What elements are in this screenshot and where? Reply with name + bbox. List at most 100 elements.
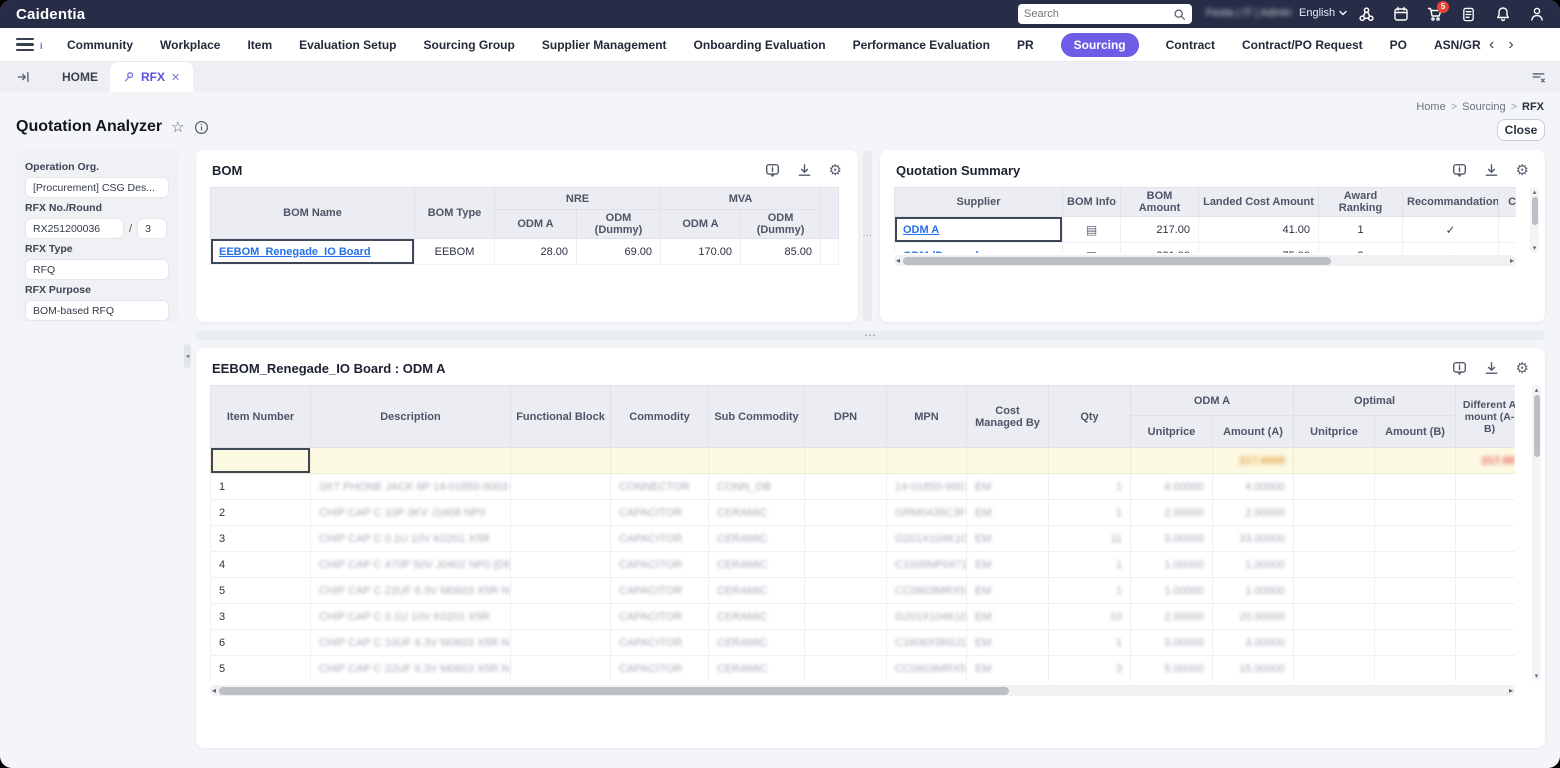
notifications-bell-icon[interactable] — [1494, 6, 1511, 23]
rfx-purpose-field[interactable]: BOM-based RFQ — [25, 300, 169, 321]
unitprice-b-cell[interactable] — [1293, 473, 1376, 500]
mva-odm-dummy-cell[interactable]: 85.00 — [740, 238, 822, 265]
info-icon[interactable] — [194, 120, 209, 135]
diff-amount-cell[interactable] — [1455, 473, 1515, 500]
sub-commodity-cell[interactable]: CERAMIC — [708, 499, 805, 526]
dpn-cell[interactable] — [804, 473, 887, 500]
unitprice-a-cell[interactable]: 3.00000 — [1130, 629, 1213, 656]
tab-rfx[interactable]: RFX ✕ — [110, 62, 194, 92]
unitprice-b-cell[interactable] — [1293, 499, 1376, 526]
amount-a-total-cell[interactable]: 217.0000 — [1211, 447, 1295, 474]
mpn-cell[interactable]: C1005NP0471J — [886, 551, 967, 578]
sub-commodity-cell[interactable]: CERAMIC — [708, 551, 805, 578]
bom-info-cell[interactable]: ▤ — [1062, 242, 1121, 254]
item-cell[interactable] — [210, 447, 311, 474]
nav-item-pr[interactable]: PR — [1017, 38, 1034, 52]
functional-block-cell[interactable] — [510, 473, 611, 500]
dpn-cell[interactable] — [804, 447, 887, 474]
nav-item-item[interactable]: Item — [247, 38, 272, 52]
nav-item-sourcing-group[interactable]: Sourcing Group — [424, 38, 515, 52]
favorite-star-icon[interactable]: ☆ — [171, 120, 184, 135]
description-cell[interactable]: CHIP CAP C 0.1U 10V K0201 X5R — [310, 603, 511, 630]
document-icon[interactable] — [1460, 6, 1477, 23]
language-selector[interactable]: English — [1299, 7, 1347, 19]
nav-item-contract-po-request[interactable]: Contract/PO Request — [1242, 38, 1363, 52]
recommendation-cell[interactable]: ✓ — [1402, 216, 1499, 243]
bom-amount-cell[interactable]: 217.00 — [1120, 216, 1199, 243]
sidebar-expand-icon[interactable] — [16, 70, 31, 89]
left-panel-collapse-handle[interactable]: ◂ — [184, 344, 191, 368]
nav-item-sourcing[interactable]: Sourcing — [1060, 32, 1139, 57]
dpn-cell[interactable] — [804, 655, 887, 681]
qty-cell[interactable] — [1048, 447, 1131, 474]
nav-scroll-left-icon[interactable]: ‹ — [1489, 36, 1494, 53]
qty-cell[interactable]: 3 — [1048, 655, 1131, 681]
cost-managed-by-cell[interactable]: EM — [966, 629, 1049, 656]
unitprice-a-cell[interactable]: 1.00000 — [1130, 577, 1213, 604]
nav-item-onboarding-evaluation[interactable]: Onboarding Evaluation — [694, 38, 826, 52]
nav-item-contract[interactable]: Contract — [1166, 38, 1215, 52]
bom-info-cell[interactable]: ▤ — [1062, 216, 1121, 243]
operation-org-field[interactable]: [Procurement] CSG Des... — [25, 177, 169, 198]
award-ranking-cell[interactable]: 1 — [1318, 216, 1403, 243]
commodity-cell[interactable] — [610, 447, 709, 474]
qty-cell[interactable]: 11 — [1048, 525, 1131, 552]
settings-gear-icon[interactable]: ⚙ — [1516, 361, 1529, 376]
description-cell[interactable]: CHIP CAP C 22UF 6.3V M0603 X5R NON- — [310, 577, 511, 604]
unitprice-b-cell[interactable] — [1293, 603, 1376, 630]
breadcrumb-sourcing[interactable]: Sourcing — [1462, 101, 1505, 113]
amount-b-cell[interactable] — [1374, 447, 1457, 474]
description-cell[interactable]: SKT PHONE JACK 6P 14-01850-9003-A — [310, 473, 511, 500]
nre-odm-dummy-cell[interactable]: 69.00 — [575, 238, 662, 265]
settings-gear-icon[interactable]: ⚙ — [829, 163, 842, 178]
commodity-cell[interactable]: CAPACITOR — [610, 499, 709, 526]
item-cell[interactable]: 6 — [210, 629, 311, 656]
truncated-cell[interactable] — [1498, 242, 1516, 253]
cost-managed-by-cell[interactable]: EM — [966, 603, 1049, 630]
rfx-no-field[interactable]: RX251200036 — [25, 218, 124, 239]
nav-item-community[interactable]: Community — [67, 38, 133, 52]
unitprice-b-cell[interactable] — [1293, 525, 1376, 552]
download-icon[interactable] — [1484, 163, 1499, 178]
amount-b-cell[interactable] — [1374, 499, 1457, 526]
commodity-cell[interactable]: CAPACITOR — [610, 525, 709, 552]
supplier-link[interactable]: ODM (Dummy) — [903, 250, 979, 254]
landed-cost-cell[interactable]: 75.00 — [1198, 242, 1319, 253]
commodity-cell[interactable]: CAPACITOR — [610, 551, 709, 578]
mpn-cell[interactable]: G201X104K100 — [886, 525, 967, 552]
qty-cell[interactable]: 10 — [1048, 603, 1131, 630]
diff-amount-cell[interactable] — [1455, 499, 1515, 526]
detail-hscrollbar[interactable]: ◂ ▸ — [210, 685, 1515, 696]
download-icon[interactable] — [797, 163, 812, 178]
nav-scroll-right-icon[interactable]: › — [1508, 36, 1513, 53]
dpn-cell[interactable] — [804, 629, 887, 656]
mpn-cell[interactable]: GRM0435C3F1 — [886, 499, 967, 526]
mva-odm-a-cell[interactable]: 170.00 — [660, 238, 742, 265]
description-cell[interactable] — [310, 447, 511, 474]
download-icon[interactable] — [1484, 361, 1499, 376]
nav-item-po[interactable]: PO — [1390, 38, 1407, 52]
panel-splitter-vertical[interactable]: ⋮ — [863, 150, 873, 322]
detail-vscrollbar[interactable]: ▴ ▾ — [1532, 385, 1541, 681]
sub-commodity-cell[interactable]: CERAMIC — [708, 577, 805, 604]
dpn-cell[interactable] — [804, 551, 887, 578]
award-ranking-cell[interactable]: 2 — [1318, 242, 1403, 253]
diff-amount-cell[interactable] — [1455, 525, 1515, 552]
commodity-cell[interactable]: CAPACITOR — [610, 577, 709, 604]
description-cell[interactable]: CHIP CAP C 10P 3KV J1608 NP0 — [310, 499, 511, 526]
cost-managed-by-cell[interactable]: EM — [966, 655, 1049, 681]
mpn-cell[interactable]: 14-01850-9003 — [886, 473, 967, 500]
cost-managed-by-cell[interactable]: EM — [966, 499, 1049, 526]
tooltip-info-icon[interactable] — [1452, 163, 1467, 178]
cost-managed-by-cell[interactable]: EM — [966, 577, 1049, 604]
doc-icon[interactable]: ▤ — [1086, 249, 1097, 254]
description-cell[interactable]: CHIP CAP C 470P 50V J0402 NP0 (DELL) — [310, 551, 511, 578]
search-input[interactable] — [1024, 8, 1173, 20]
dpn-cell[interactable] — [804, 577, 887, 604]
item-cell[interactable]: 3 — [210, 525, 311, 552]
truncated-cell[interactable] — [1498, 216, 1516, 243]
amount-a-cell[interactable]: 2.00000 — [1211, 499, 1295, 526]
dpn-cell[interactable] — [804, 525, 887, 552]
supplier-cell[interactable]: ODM A — [894, 216, 1063, 243]
bom-type-cell[interactable]: EEBOM — [414, 238, 495, 265]
